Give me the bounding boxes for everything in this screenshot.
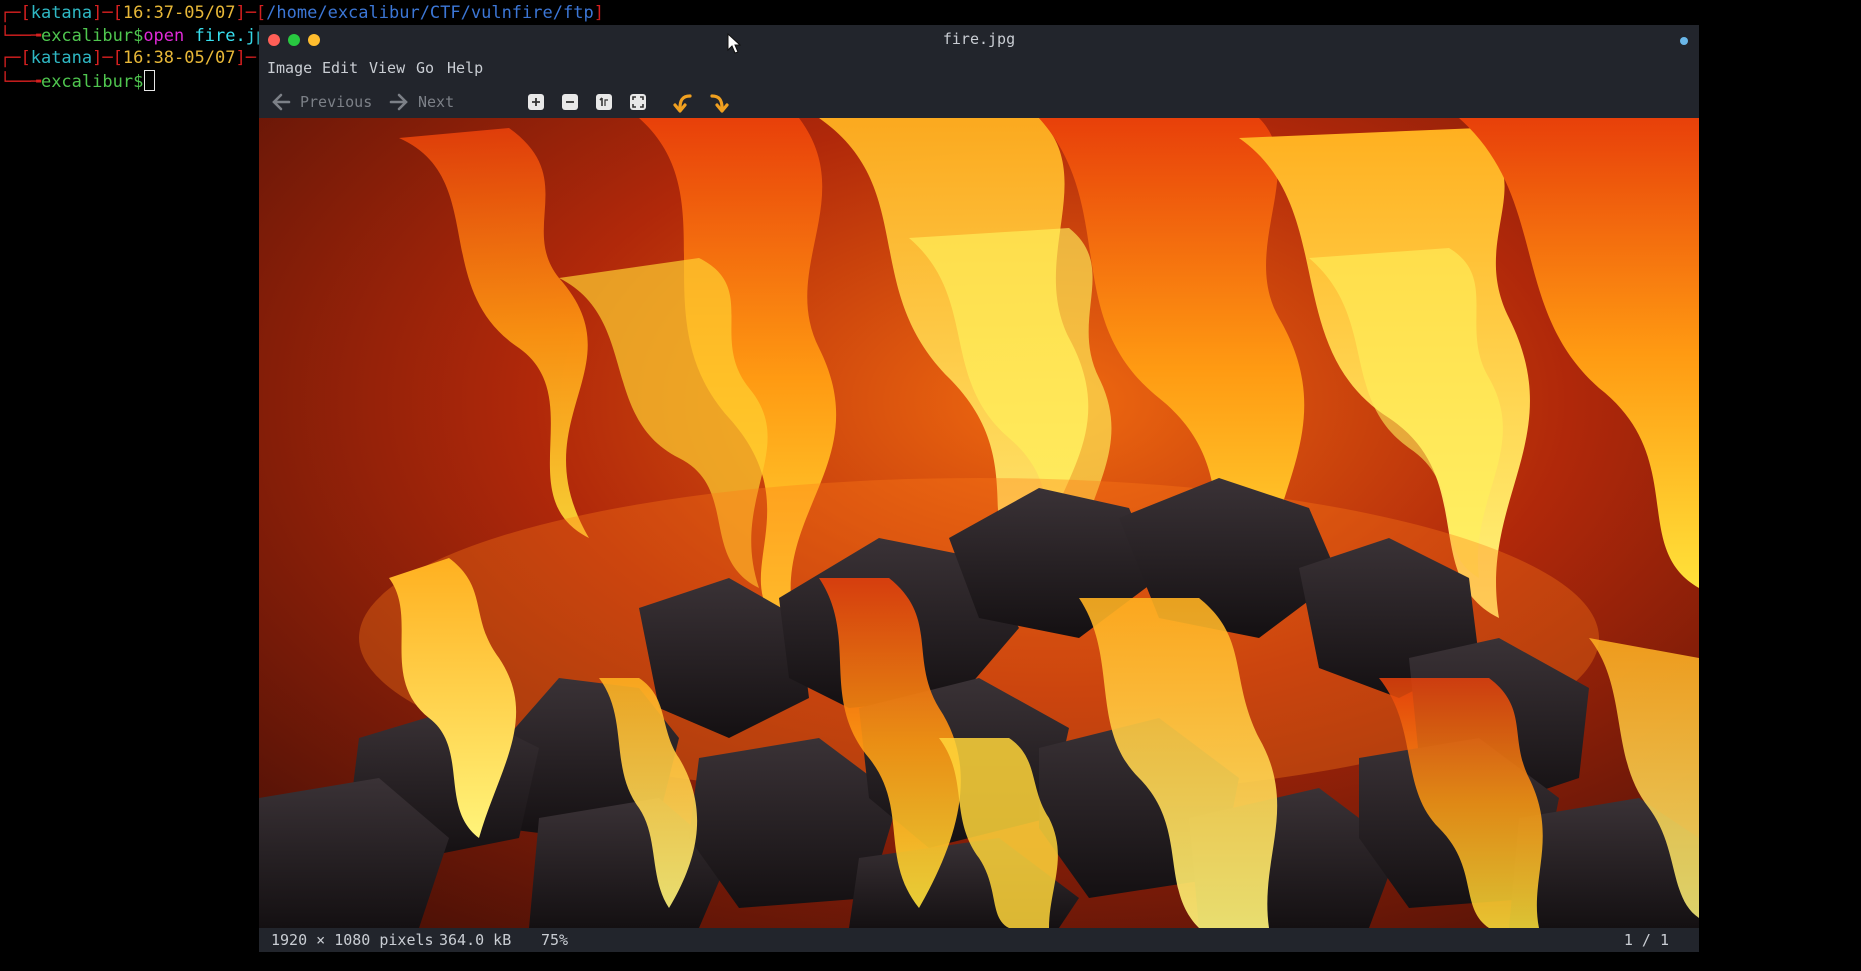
terminal-path: /home/excalibur/CTF/vulnfire/ftp [266,3,594,23]
terminal-time: 16:37-05/07 [122,3,236,23]
terminal-time: 16:38-05/07 [122,48,236,68]
arrow-right-icon [389,93,408,111]
terminal-user: katana [30,48,93,68]
image-dimensions: 1920 × 1080 pixels [271,931,434,949]
bracket: ] [593,3,604,23]
menu-bar: Image Edit View Go Help [259,55,1699,81]
arrow-left-icon [272,93,291,111]
terminal-cursor[interactable] [144,70,156,91]
zoom-in-icon[interactable] [527,93,545,111]
terminal-line-2: └──╼excalibur$open fire.jpg [0,25,276,47]
menu-edit[interactable]: Edit [322,59,358,77]
bracket: ]─[ [92,48,123,68]
normal-size-icon[interactable] [595,93,613,111]
zoom-level: 75% [541,931,569,949]
prompt-prefix: └──╼ [0,26,41,46]
previous-button[interactable]: Previous [271,90,372,114]
image-display[interactable] [259,118,1699,928]
terminal-line-1: ┌─[katana]─[16:37-05/07]─[/home/excalibu… [0,2,604,24]
menu-image[interactable]: Image [267,59,312,77]
status-bar: 1920 × 1080 pixels 364.0 kB 75% 1 / 1 [259,928,1699,952]
image-position: 1 / 1 [1623,931,1669,949]
menu-view[interactable]: View [369,59,405,77]
terminal-line-4: └──╼excalibur$ [0,70,156,93]
fire-image [259,118,1699,928]
title-bar[interactable]: fire.jpg [259,25,1699,55]
best-fit-icon[interactable] [629,93,647,111]
bracket: ┌─[ [0,3,31,23]
next-label: Next [418,93,455,111]
menu-go[interactable]: Go [416,59,434,77]
image-viewer-window: fire.jpg Image Edit View Go Help Previou… [259,25,1699,952]
next-button[interactable]: Next [389,90,454,114]
prompt-prefix: └──╼ [0,72,41,92]
bracket: ┌─[ [0,48,31,68]
terminal-prompt: excalibur$ [40,26,144,46]
mouse-cursor-icon [727,33,741,54]
terminal-line-3: ┌─[katana]─[16:38-05/07]─[/ [0,47,276,69]
bracket: ]─[ [92,3,123,23]
bracket: ]─[ [235,3,267,23]
zoom-out-icon[interactable] [561,93,579,111]
status-dot-icon [1680,37,1688,45]
file-size: 364.0 kB [439,931,512,949]
rotate-right-icon[interactable] [706,91,730,115]
terminal-user: katana [30,3,93,23]
window-title: fire.jpg [942,30,1016,48]
rotate-left-icon[interactable] [672,91,696,115]
toolbar: Previous Next [259,82,1699,122]
terminal-prompt: excalibur$ [40,72,144,92]
terminal-command: open [143,26,185,46]
menu-help[interactable]: Help [447,59,483,77]
previous-label: Previous [300,93,373,111]
